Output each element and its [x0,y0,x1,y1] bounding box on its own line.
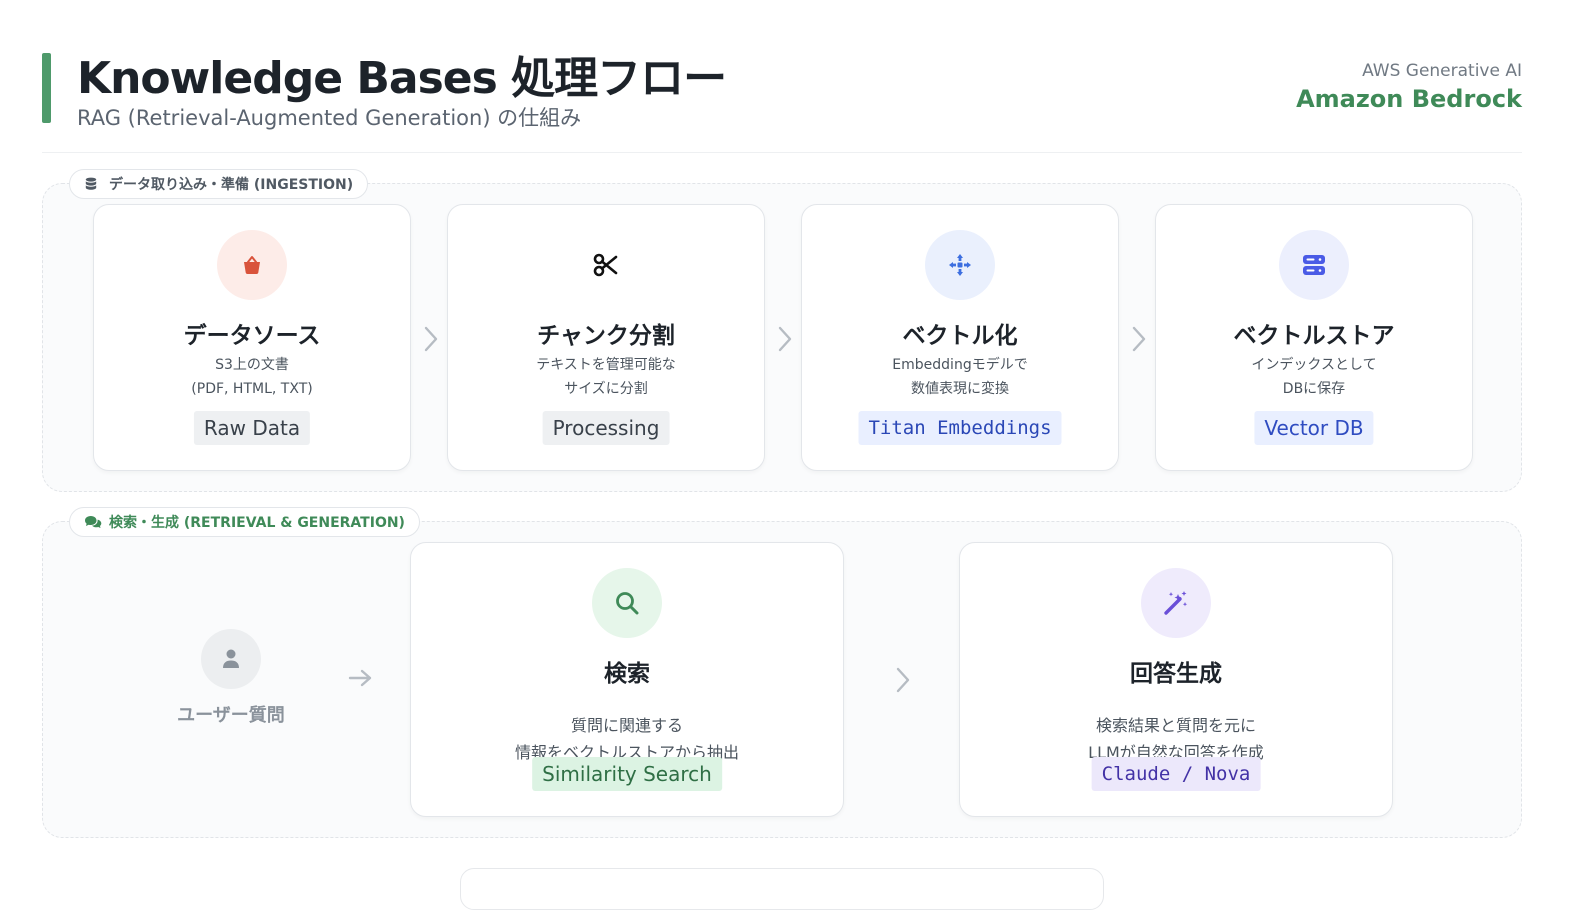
comments-icon [84,515,102,529]
ingestion-section-label: データ取り込み・準備 (INGESTION) [69,169,369,199]
step-card-vectorize: ベクトル化 Embeddingモデルで 数値表現に変換 Titan Embedd… [801,204,1119,471]
step-title: ベクトル化 [902,323,1018,349]
bucket-icon [217,230,287,300]
chevron-right-icon [778,326,792,352]
arrows-converge-icon [925,230,995,300]
retrieval-section-label: 検索・生成 (RETRIEVAL & GENERATION) [69,507,420,537]
search-icon [592,568,662,638]
magic-wand-icon [1141,568,1211,638]
brand-name: Amazon Bedrock [1296,85,1522,113]
step-tag: Vector DB [1254,411,1374,445]
step-tag: Claude / Nova [1091,757,1261,791]
ingestion-section-title: データ取り込み・準備 (INGESTION) [109,177,354,193]
header: Knowledge Bases 処理フロー RAG (Retrieval-Aug… [42,40,1522,153]
step-card-vector-store: ベクトルストア インデックスとして DBに保存 Vector DB [1155,204,1473,471]
server-icon [1279,230,1349,300]
page-subtitle: RAG (Retrieval-Augmented Generation) の仕組… [77,106,582,130]
step-title: データソース [183,323,321,349]
scissors-icon [571,230,641,300]
title-accent-bar [42,53,51,123]
page-title: Knowledge Bases 処理フロー [77,53,727,104]
user-question-label: ユーザー質問 [177,705,285,726]
step-description: インデックスとして DBに保存 [1251,357,1377,397]
step-description: S3上の文書 (PDF, HTML, TXT) [191,357,313,397]
chevron-right-icon [424,326,438,352]
step-tag: Raw Data [193,411,311,445]
arrow-right-icon [348,669,372,687]
user-question: ユーザー質問 [163,629,299,727]
brand-caption: AWS Generative AI [1362,61,1522,81]
ingestion-section: データ取り込み・準備 (INGESTION) データソース S3上の文書 (PD… [42,169,1522,492]
step-tag: Titan Embeddings [858,411,1062,445]
step-card-generation: 回答生成 検索結果と質問を元に LLMが自然な回答を作成 Claude / No… [959,542,1393,817]
step-description: テキストを管理可能な サイズに分割 [536,357,676,397]
bottom-panel [460,868,1104,910]
step-card-data-source: データソース S3上の文書 (PDF, HTML, TXT) Raw Data [93,204,411,471]
chevron-right-icon [1132,326,1146,352]
retrieval-section: 検索・生成 (RETRIEVAL & GENERATION) ユーザー質問 検索… [42,507,1522,838]
user-icon [201,629,261,689]
step-tag: Processing [542,411,670,445]
database-icon [84,177,102,191]
step-card-search: 検索 質問に関連する 情報をベクトルストアから抽出 Similarity Sea… [410,542,844,817]
step-title: 回答生成 [1130,661,1222,687]
step-card-chunking: チャンク分割 テキストを管理可能な サイズに分割 Processing [447,204,765,471]
retrieval-section-title: 検索・生成 (RETRIEVAL & GENERATION) [109,515,405,531]
step-title: ベクトルストア [1233,323,1395,349]
step-title: 検索 [604,661,650,687]
step-title: チャンク分割 [537,323,675,349]
step-description: Embeddingモデルで 数値表現に変換 [892,357,1028,397]
step-tag: Similarity Search [532,757,722,791]
chevron-right-icon [896,667,910,693]
